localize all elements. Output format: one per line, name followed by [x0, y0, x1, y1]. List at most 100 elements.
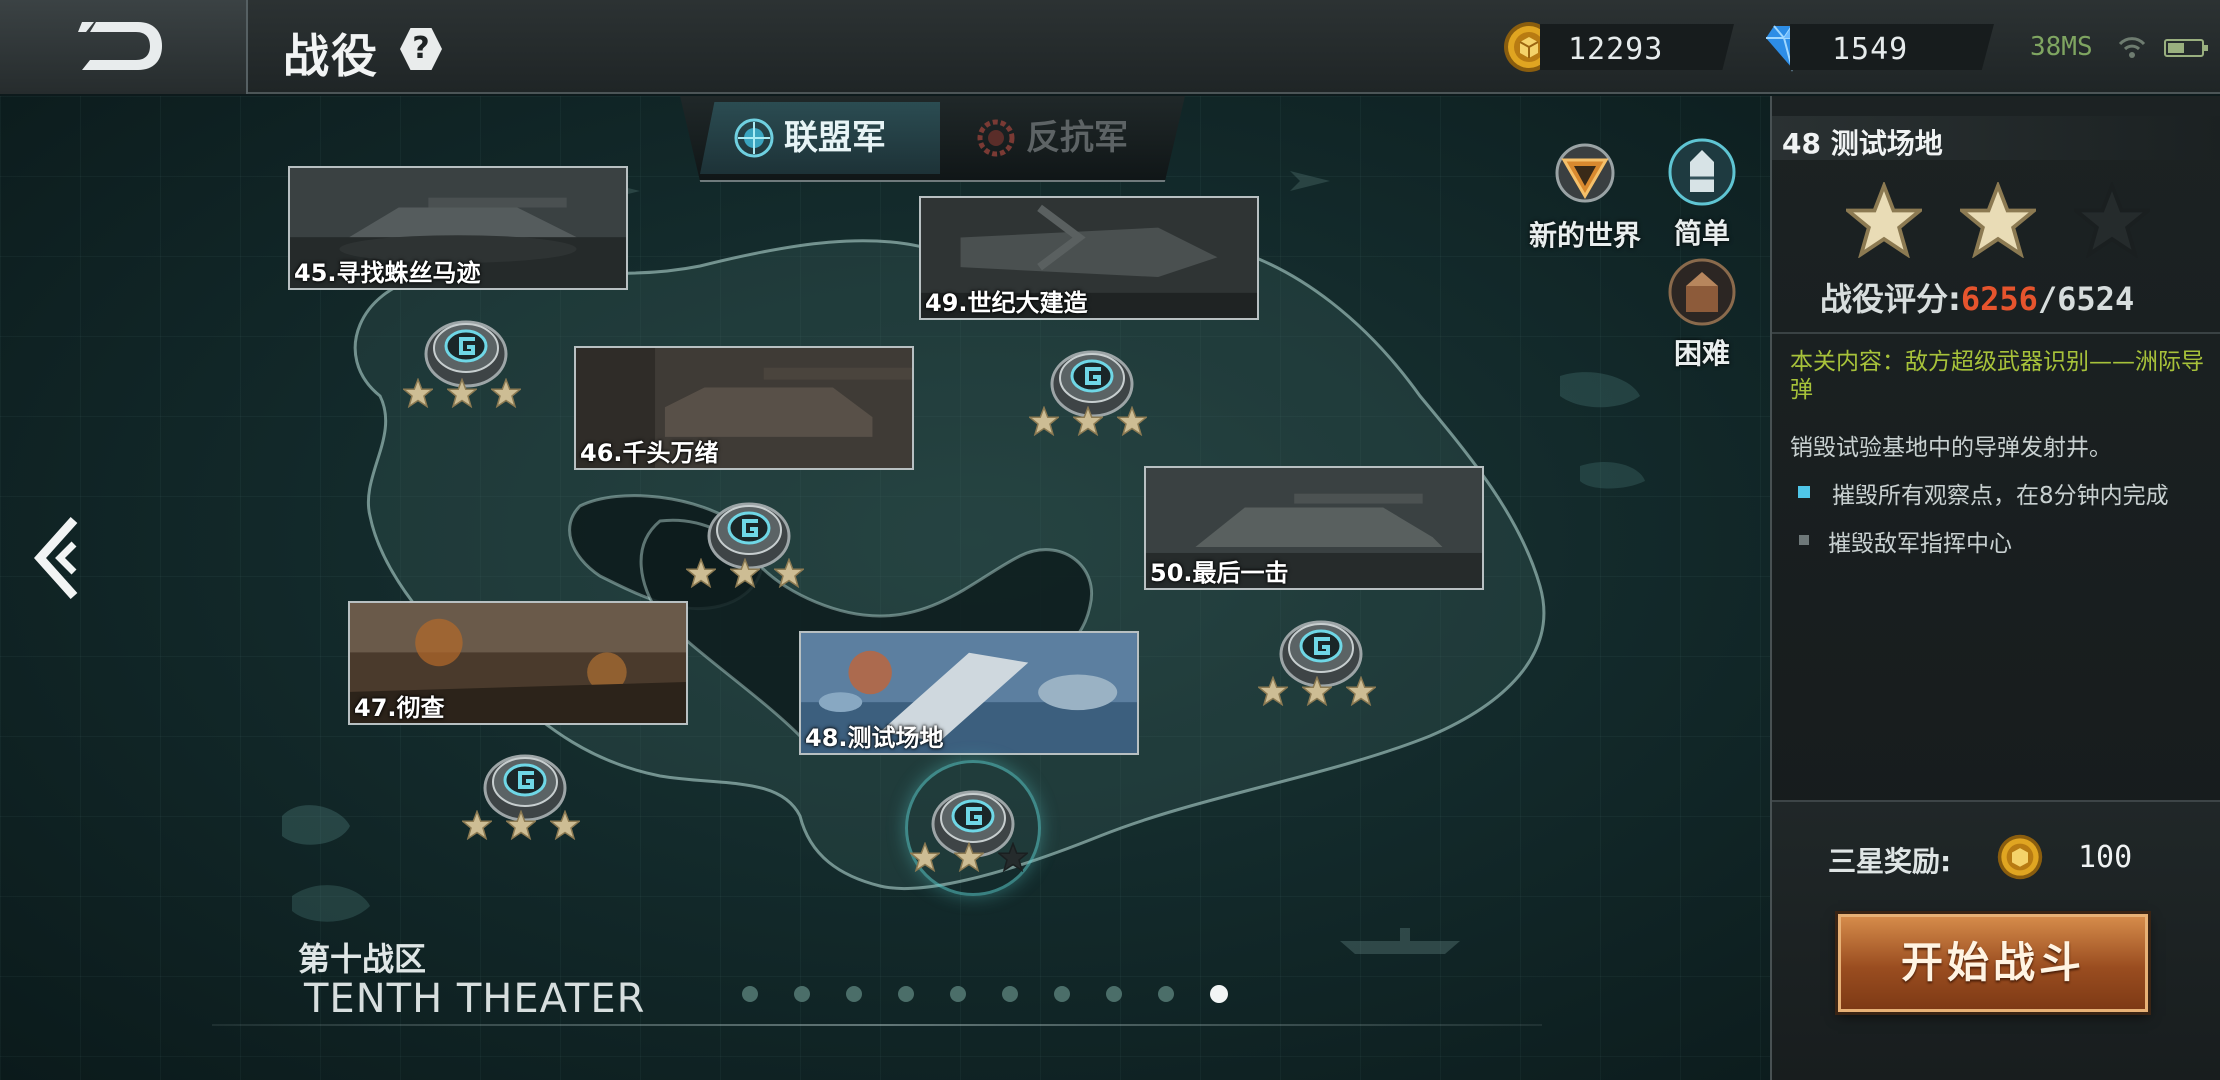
question-icon[interactable]: ? — [400, 28, 442, 70]
star-icon — [401, 377, 435, 409]
star-icon — [548, 809, 582, 841]
objective-2: 摧毁敌军指挥中心 — [1828, 531, 2012, 557]
star-icon — [489, 377, 523, 409]
page-dot[interactable] — [950, 986, 966, 1002]
mission-card-45[interactable]: 45.寻找蛛丝马迹 — [288, 166, 628, 290]
gold-counter: 12293 — [1540, 24, 1734, 70]
star-icon — [460, 809, 494, 841]
difficulty-hard-label: 困难 — [1673, 337, 1730, 370]
mission-detail-panel: 48 测试场地 战役评分:6256/6524 本关内容：敌方超级武器识别——洲际… — [1770, 96, 2220, 1080]
gear-emblem-icon — [977, 119, 1015, 157]
rating-star-icon — [2070, 180, 2154, 259]
start-battle-button[interactable]: 开始战斗 — [1838, 914, 2148, 1012]
theater-name-cn: 第十战区 — [298, 940, 427, 978]
difficulty-hard-button[interactable]: 困难 — [1652, 256, 1752, 372]
mission-stars-46 — [684, 557, 826, 598]
back-button[interactable] — [0, 0, 248, 94]
top-bar: 战役 ? 12293 1549 38MS — [0, 0, 2220, 94]
tab-allied-label: 联盟军 — [784, 118, 886, 158]
page-dot[interactable] — [794, 986, 810, 1002]
objective-1: 摧毁所有观察点，在8分钟内完成 — [1832, 483, 2169, 509]
score-max: /6524 — [2037, 280, 2135, 318]
divider — [1772, 332, 2220, 334]
page-dot[interactable] — [1002, 986, 1018, 1002]
reward-value: 100 — [2078, 840, 2133, 875]
star-icon — [504, 809, 538, 841]
tab-rebel[interactable]: 反抗军 — [942, 102, 1182, 174]
page-dot[interactable] — [742, 986, 758, 1002]
bullet-icon — [1668, 138, 1736, 206]
island-outline — [282, 171, 1645, 954]
page-title: 战役 — [283, 29, 379, 83]
panel-title: 48 测试场地 — [1782, 127, 1943, 160]
mission-card-48[interactable]: 48.测试场地 — [799, 631, 1139, 755]
page-dot[interactable] — [1158, 986, 1174, 1002]
gold-value: 12293 — [1568, 32, 1664, 67]
divider — [212, 1024, 1542, 1026]
mission-label: 46.千头万绪 — [580, 439, 719, 467]
mission-stars-47 — [460, 809, 602, 850]
campaign-map: 联盟军 反抗军 新的世界 简单 困难 45.寻找蛛丝马迹 46.千头万绪 47.… — [0, 96, 1770, 1080]
mission-label: 45.寻找蛛丝马迹 — [294, 259, 481, 287]
star-icon — [684, 557, 718, 589]
mission-card-46[interactable]: 46.千头万绪 — [574, 346, 914, 470]
mission-card-47[interactable]: 47.彻查 — [348, 601, 688, 725]
star-icon — [1300, 675, 1334, 707]
theater-name-en: TENTH THEATER — [304, 976, 646, 1022]
star-icon — [728, 557, 762, 589]
faction-tabs: 联盟军 反抗军 — [680, 96, 1185, 182]
tab-rebel-label: 反抗军 — [1026, 118, 1128, 158]
mission-label: 47.彻查 — [354, 694, 445, 722]
page-dot[interactable] — [898, 986, 914, 1002]
triangle-emblem-icon — [1555, 143, 1615, 203]
mission-stars-48 — [908, 841, 1050, 882]
mission-stars-50 — [1256, 675, 1398, 716]
mission-stars-45 — [401, 377, 543, 418]
new-world-button[interactable]: 新的世界 — [1525, 140, 1645, 254]
star-icon — [996, 841, 1030, 873]
difficulty-easy-button[interactable]: 简单 — [1652, 136, 1752, 252]
star-icon — [1115, 405, 1149, 437]
star-icon — [1071, 405, 1105, 437]
star-icon — [1344, 675, 1378, 707]
gem-counter: 1549 — [1790, 24, 1994, 70]
difficulty-easy-label: 简单 — [1673, 217, 1730, 250]
back-arrow-icon — [78, 22, 162, 70]
wifi-icon — [2118, 37, 2146, 58]
page-dot[interactable] — [1054, 986, 1070, 1002]
ping-text: 38MS — [2030, 32, 2093, 62]
mission-label: 50.最后一击 — [1150, 559, 1289, 587]
star-icon — [1256, 675, 1290, 707]
star-icon — [772, 557, 806, 589]
mission-stars-49 — [1027, 405, 1169, 446]
tab-allied[interactable]: 联盟军 — [700, 102, 940, 174]
mission-card-49[interactable]: 49.世纪大建造 — [919, 196, 1259, 320]
page-dot[interactable] — [1106, 986, 1122, 1002]
objective-bullet-icon — [1799, 535, 1809, 545]
globe-emblem-icon — [734, 118, 774, 158]
mission-label: 49.世纪大建造 — [925, 289, 1088, 317]
battery-icon — [2164, 39, 2208, 57]
star-icon — [908, 841, 942, 873]
score-line: 战役评分:6256/6524 — [1820, 274, 2134, 320]
chevron-left-icon[interactable] — [34, 516, 90, 600]
rating-star-icon — [1842, 180, 1926, 259]
mission-content: 本关内容：敌方超级武器识别——洲际导弹 — [1790, 349, 2204, 403]
mission-description: 销毁试验基地中的导弹发射井。 — [1790, 435, 2112, 461]
score-current: 6256 — [1960, 280, 2038, 318]
gem-value: 1549 — [1832, 32, 1909, 67]
rating-star-icon — [1956, 180, 2040, 259]
star-icon — [952, 841, 986, 873]
objective-bullet-icon — [1798, 486, 1810, 498]
reward-label: 三星奖励: — [1828, 845, 1952, 878]
score-label: 战役评分: — [1820, 280, 1961, 318]
page-dot[interactable] — [1210, 985, 1228, 1003]
star-icon — [445, 377, 479, 409]
page-dot[interactable] — [846, 986, 862, 1002]
shell-icon — [1668, 258, 1736, 326]
new-world-label: 新的世界 — [1528, 219, 1641, 252]
mission-label: 48.测试场地 — [805, 724, 944, 752]
mission-card-50[interactable]: 50.最后一击 — [1144, 466, 1484, 590]
star-icon — [1027, 405, 1061, 437]
gold-coin-icon — [1997, 834, 2043, 880]
